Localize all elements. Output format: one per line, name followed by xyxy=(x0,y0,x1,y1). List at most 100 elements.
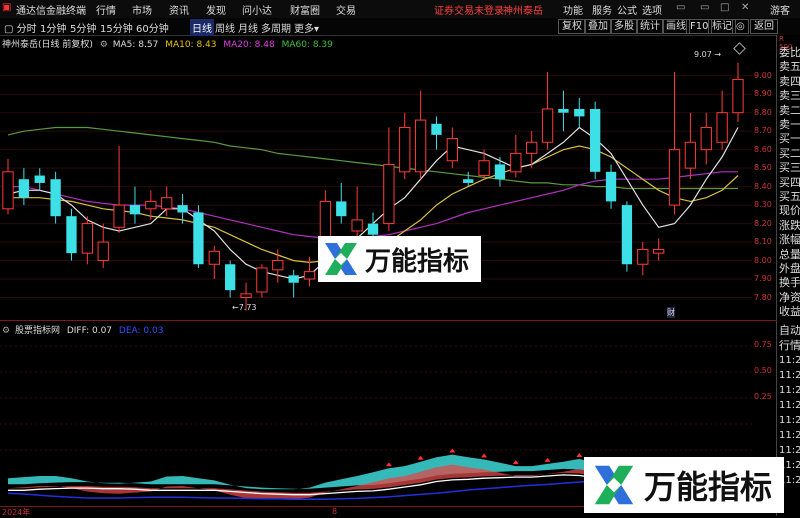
candle-body-up xyxy=(272,260,284,271)
tab-more[interactable]: 更多▾ xyxy=(292,19,321,36)
buy-arrow-marker xyxy=(449,448,456,453)
right-panel-label: 卖一 xyxy=(779,118,800,131)
candle-body-up xyxy=(478,160,490,177)
buy-arrow-marker xyxy=(544,457,551,462)
right-panel-label: 买五 xyxy=(779,190,800,203)
price-axis-tick: 8.90 xyxy=(754,89,772,99)
tab-15min[interactable]: 15分钟 xyxy=(98,19,135,36)
candle-body-up xyxy=(668,149,681,206)
buy-arrow-marker xyxy=(417,455,424,460)
candle-body-up xyxy=(145,200,157,210)
right-panel-lower-label: 自动 xyxy=(779,324,800,337)
candle-body-down xyxy=(463,179,474,183)
menu-caifuquan[interactable]: 财富圈 xyxy=(290,2,320,17)
candle-body-up xyxy=(351,219,363,232)
cai-marker[interactable]: 财 xyxy=(667,307,675,318)
tab-monthly[interactable]: 月线 xyxy=(236,19,260,36)
right-panel-lower-label: 11:2 xyxy=(779,415,800,426)
app-logo-icon: ▣ xyxy=(2,2,12,13)
maximize-icon[interactable]: □ xyxy=(720,2,729,13)
price-axis-tick: 8.80 xyxy=(754,107,772,117)
menu-fuwu[interactable]: 服务 xyxy=(592,2,612,17)
candle-body-up xyxy=(2,171,14,210)
menu-xuanxiang[interactable]: 选项 xyxy=(642,2,662,17)
candle-body-up xyxy=(303,271,316,280)
right-panel-label: 外盘 xyxy=(779,262,800,275)
candle-body-down xyxy=(605,171,617,202)
button-tongji[interactable]: 统计 xyxy=(636,19,664,34)
menu-gongshi[interactable]: 公式 xyxy=(617,2,637,17)
right-panel-label: 卖三 xyxy=(779,89,800,103)
candle-body-up xyxy=(684,141,697,169)
stock-name-title: 神州泰岳 xyxy=(503,6,543,17)
button-diejia[interactable]: 叠加 xyxy=(584,19,612,34)
candle-body-up xyxy=(208,250,220,265)
menu-wenxiaoda[interactable]: 问小达 xyxy=(242,2,272,17)
candle-body-down xyxy=(574,108,585,117)
candle-body-up xyxy=(732,78,744,114)
candle-body-up xyxy=(526,141,538,154)
guest-label[interactable]: 游客 xyxy=(770,2,790,17)
minimize-icon[interactable]: ▭ xyxy=(676,2,685,13)
button-duogu[interactable]: 多股 xyxy=(610,19,638,34)
price-axis-tick: 8.00 xyxy=(754,255,772,265)
candle-body-down xyxy=(225,264,236,291)
right-panel-lower-label: 11:2 xyxy=(779,430,800,441)
candle-body-up xyxy=(81,223,94,254)
right-panel-label: 涨幅 xyxy=(779,233,800,247)
login-status[interactable]: 证券交易未登录 xyxy=(434,2,504,17)
tab-60min[interactable]: 60分钟 xyxy=(134,19,171,36)
title-bar: ▣ 通达信金融终端 行情 市场 资讯 发现 问小达 财富圈 交易 证券交易未登录… xyxy=(0,0,800,18)
month-label: 8 xyxy=(332,507,338,516)
candle-body-up xyxy=(414,119,427,173)
right-panel-label: 买二 xyxy=(779,146,800,160)
menu-gongneng[interactable]: 功能 xyxy=(563,2,583,17)
menu-shichang[interactable]: 市场 xyxy=(132,2,152,17)
watermark-corner: 万能指标 xyxy=(584,457,784,513)
tab-1min[interactable]: 1分钟 xyxy=(38,19,68,36)
tab-5min[interactable]: 5分钟 xyxy=(68,19,98,36)
candle-body-up xyxy=(446,138,459,162)
price-axis-tick: 8.70 xyxy=(754,126,772,136)
candle-body-up xyxy=(510,152,522,173)
button-fuquan[interactable]: 复权 xyxy=(558,19,586,34)
button-circle[interactable]: ◎ xyxy=(732,19,749,34)
right-panel-label: 涨跌 xyxy=(779,218,800,232)
tab-daily[interactable]: 日线 xyxy=(190,19,214,36)
candle-body-up xyxy=(716,112,728,143)
price-axis-tick: 8.40 xyxy=(754,181,772,191)
right-panel-lower-label: 11:2 xyxy=(779,445,800,456)
menu-hangqing[interactable]: 行情 xyxy=(96,2,116,17)
price-axis-tick: 8.60 xyxy=(754,144,772,154)
candle-body-down xyxy=(193,212,204,265)
candle-body-up xyxy=(161,197,173,210)
tab-multiperiod[interactable]: 多周期 xyxy=(259,19,293,36)
candle-body-up xyxy=(113,204,125,228)
tab-weekly[interactable]: 周线 xyxy=(213,19,237,36)
tab-fenshi[interactable]: ▢ 分时 xyxy=(2,19,39,36)
right-panel-lower-label: 11:2 xyxy=(779,400,800,411)
indicator-axis-tick: 0.50 xyxy=(754,366,772,375)
menu-zixun[interactable]: 资讯 xyxy=(169,2,189,17)
window-icon[interactable]: ▭ xyxy=(700,2,709,13)
menu-faxian[interactable]: 发现 xyxy=(206,2,226,17)
right-panel-label: 买三 xyxy=(779,161,800,175)
candle-body-down xyxy=(621,205,633,265)
candle-body-down xyxy=(34,175,45,183)
indicator-axis-tick: 0.75 xyxy=(754,340,772,349)
buy-arrow-marker xyxy=(385,462,392,467)
watermark-logo-icon xyxy=(325,243,357,275)
candle-body-up xyxy=(541,108,554,143)
candle-body-up xyxy=(97,241,109,262)
buy-arrow-marker xyxy=(512,460,519,465)
candle-body-down xyxy=(18,179,30,198)
right-panel-label: 买四 xyxy=(779,175,800,189)
year-label: 2024年 xyxy=(2,508,31,517)
indicator-axis-tick: 0.25 xyxy=(754,392,772,401)
candle-body-up xyxy=(399,126,411,173)
button-fanhui[interactable]: 返回 xyxy=(750,19,778,34)
period-toolbar: ▢ 分时 1分钟 5分钟 15分钟 60分钟 日线 周线 月线 多周期 更多▾ … xyxy=(0,18,800,36)
menu-jiaoyi[interactable]: 交易 xyxy=(336,2,356,17)
price-axis-tick: 9.00 xyxy=(754,70,772,80)
close-icon[interactable]: ✕ xyxy=(741,2,749,13)
